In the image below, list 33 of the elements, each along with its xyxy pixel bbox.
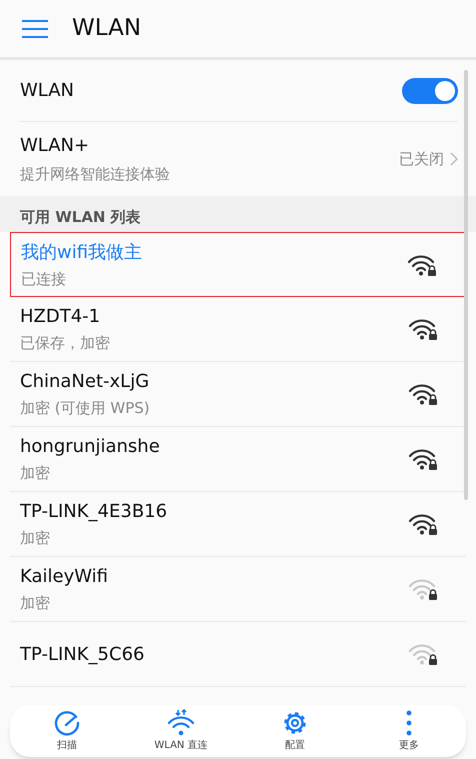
network-status: 加密 [20,463,51,484]
wlan-plus-status: 已关闭 [399,148,444,170]
more-icon [405,709,413,737]
network-status: 加密 (可使用 WPS) [20,398,150,420]
toolbar-button[interactable]: 扫描 [10,705,124,757]
page-title: WLAN [72,14,142,44]
wlan-toggle[interactable] [402,78,458,104]
network-name: hongrunjianshe [20,435,160,460]
network-status: 已连接 [21,268,67,290]
network-name: KaileyWifi [20,565,108,590]
network-status: 加密 [20,593,51,614]
toolbar-button[interactable]: WLAN 直连 [124,705,238,757]
toolbar-button[interactable]: 更多 [352,705,466,757]
network-item[interactable]: TP-LINK_4E3B16 加密 [10,492,466,557]
wlan-label: WLAN [20,79,74,103]
network-name: 我的wifi我做主 [21,240,142,265]
network-status: 加密 [20,528,51,550]
section-title: 可用 WLAN 列表 [20,206,141,228]
wlan-plus-label: WLAN+ [20,134,90,158]
wlan-plus-description: 提升网络智能连接体验 [20,164,170,186]
network-status: 已保存，加密 [20,333,110,354]
toolbar-button[interactable]: 配置 [238,705,352,757]
network-name: ChinaNet-xLjG [20,370,150,394]
network-item[interactable]: KaileyWifi 加密 [10,557,466,622]
network-item[interactable]: 我的wifi我做主 已连接 [10,232,466,297]
network-name: HZDT4-1 [20,305,102,330]
menu-button[interactable] [22,20,48,38]
network-name: TP-LINK_4E3B16 [20,500,168,524]
wifi-direct-icon [167,709,195,737]
chevron-right-icon [450,152,458,166]
network-item[interactable]: TP-LINK_5C66 [10,622,466,687]
gauge-icon [53,709,81,737]
network-name: TP-LINK_5C66 [20,642,144,666]
